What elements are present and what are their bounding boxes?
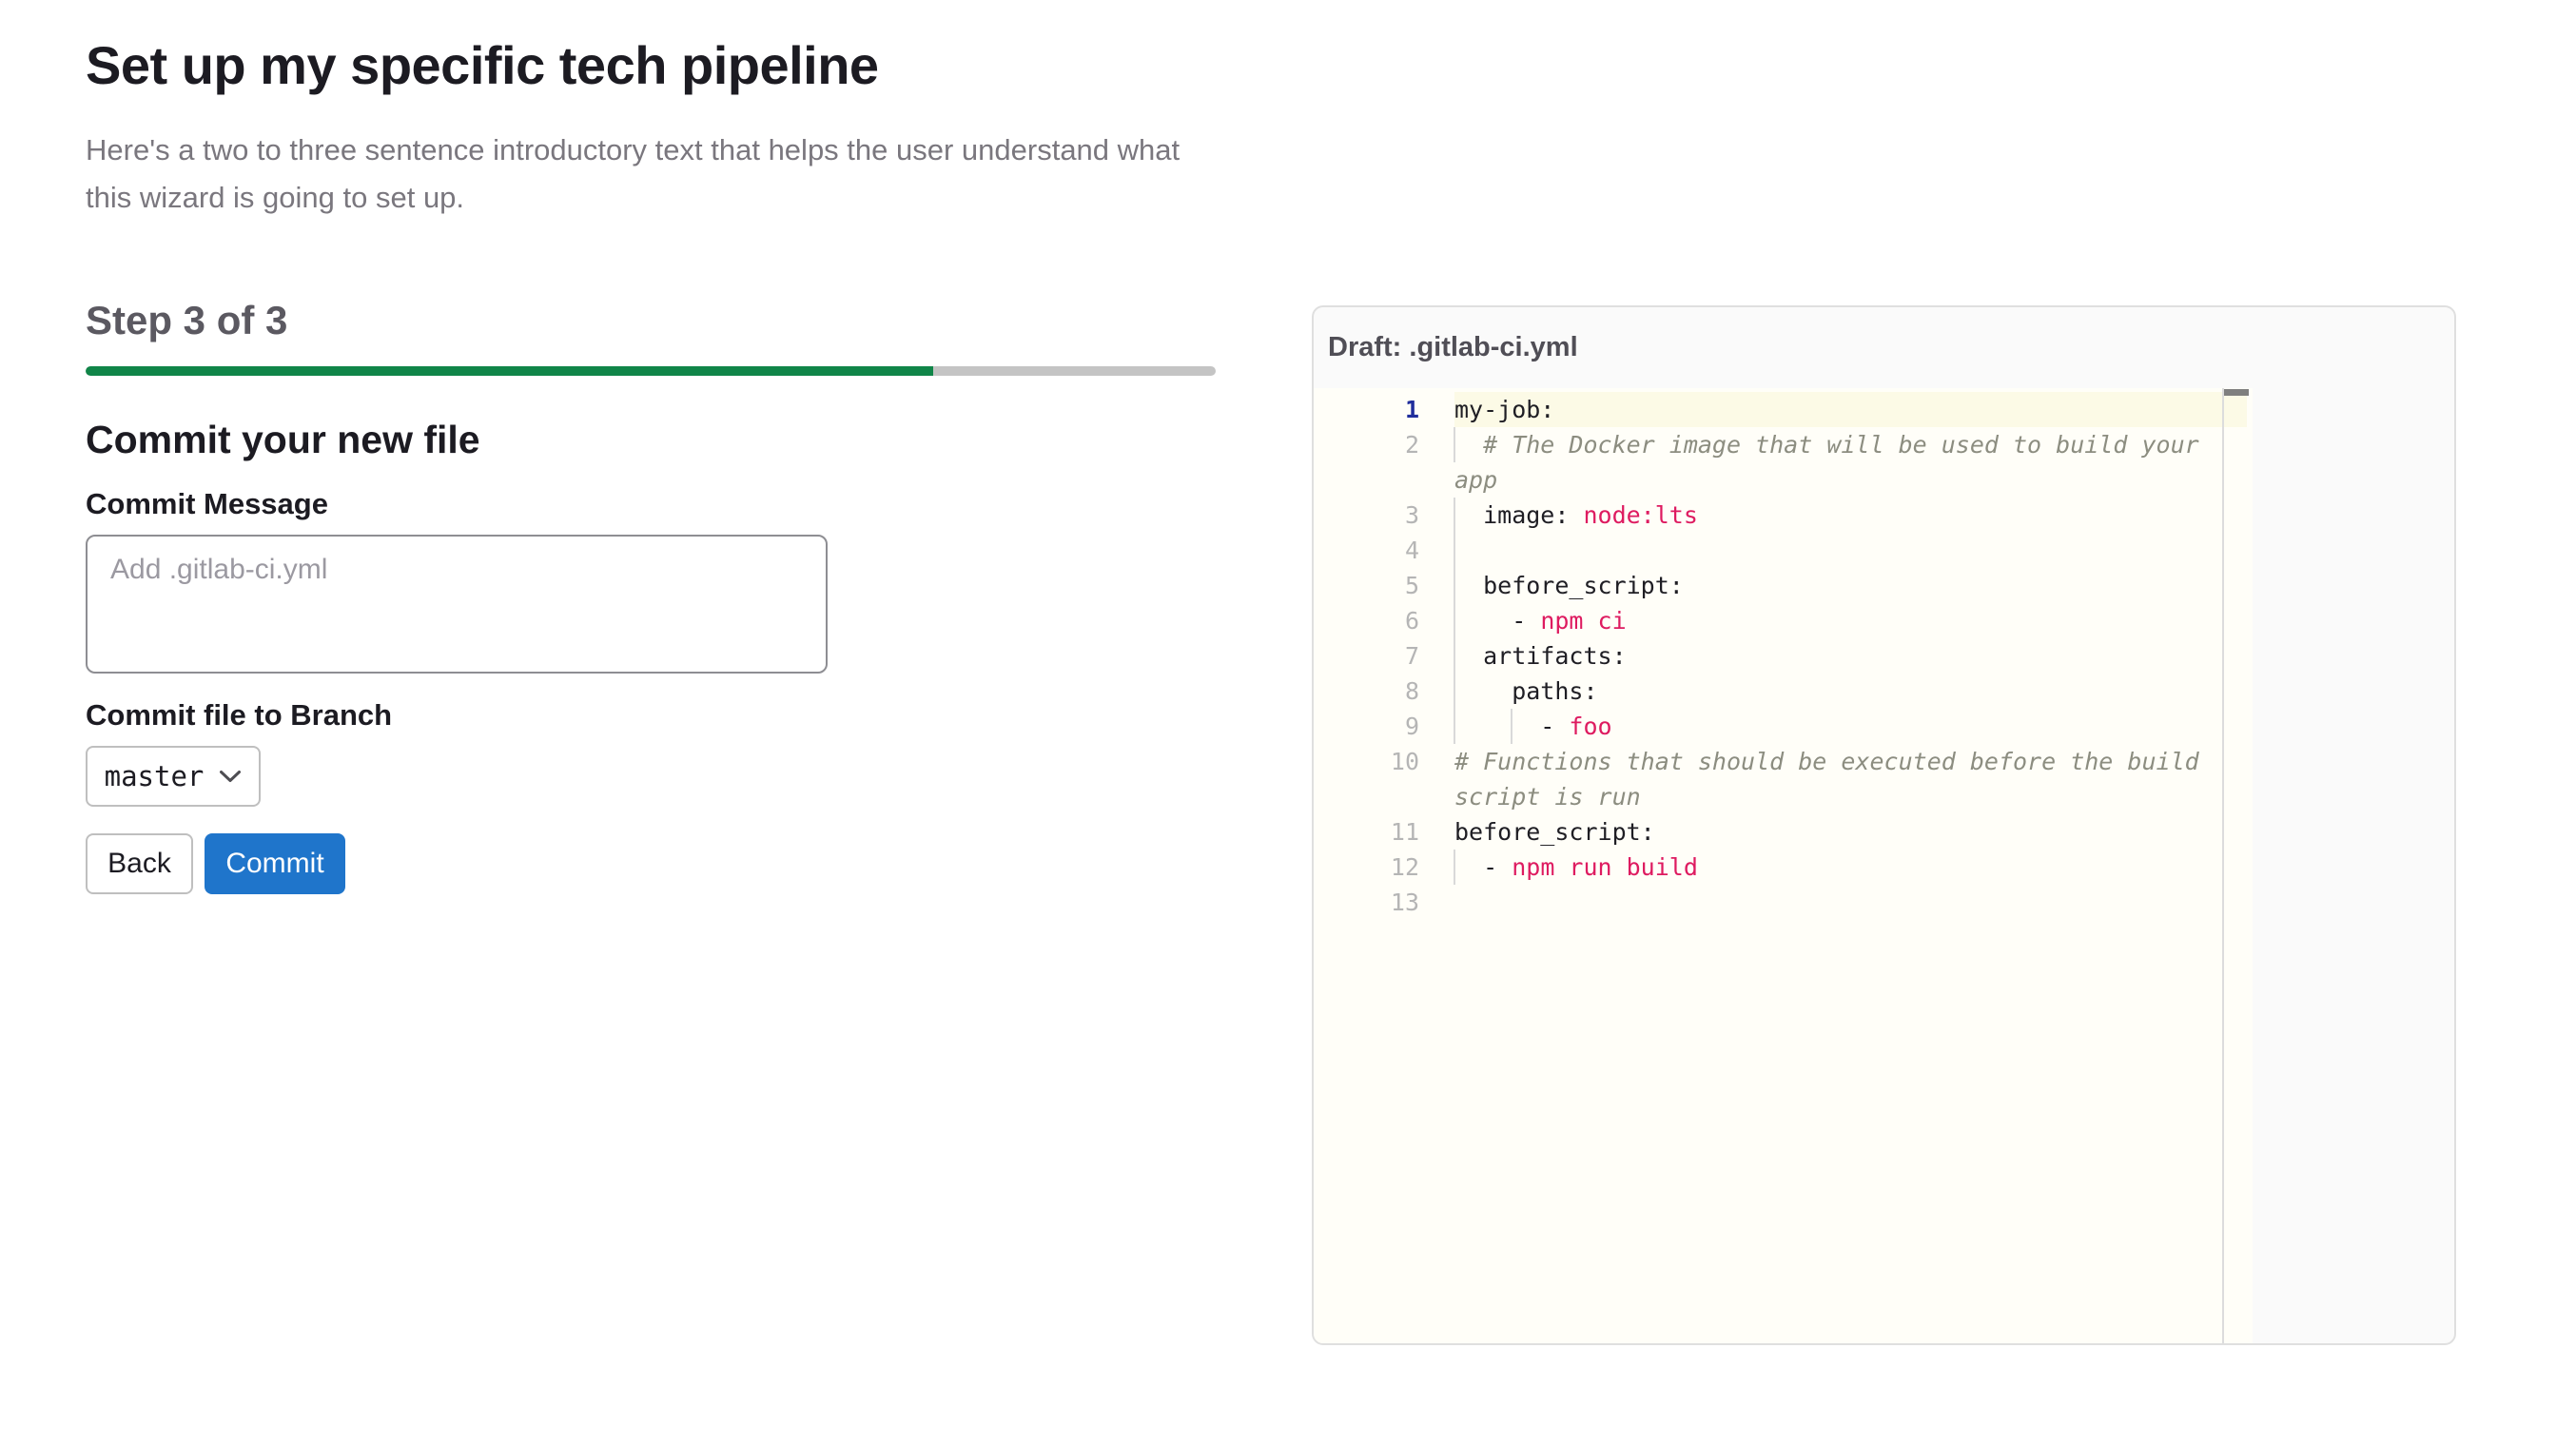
indent-guide [1511,709,1512,744]
code-row[interactable]: 4 [1314,533,2253,568]
code-row[interactable]: 7 artifacts: [1314,638,2253,674]
intro-text: Here's a two to three sentence introduct… [86,127,1303,222]
editor-scroll-divider [2222,388,2224,1343]
code-token: paths: [1454,677,1598,705]
line-number [1314,462,1419,498]
code-line-text [1454,533,2247,568]
code-row[interactable]: script is run [1314,779,2253,814]
code-lines: 1 my-job: 2 # The Docker image that will b… [1314,388,2253,920]
indent-guide [1454,638,1455,674]
progress-bar [86,366,1216,376]
indent-guide [1454,603,1455,638]
code-line-text: paths: [1454,674,2247,709]
code-row[interactable]: 1 my-job: [1314,392,2253,427]
code-line-text: before_script: [1454,814,2247,850]
code-token: # The Docker image that will be used to … [1454,431,2199,459]
code-token: npm ci [1540,607,1627,635]
indent-guide [1454,533,1455,568]
branch-select-value: master [104,760,205,792]
code-row[interactable]: 13 [1314,885,2253,920]
code-editor[interactable]: 1 my-job: 2 # The Docker image that will b… [1314,388,2253,1343]
code-token: app [1454,466,1498,494]
code-line-text: - npm ci [1454,603,2247,638]
code-token: npm run build [1512,853,1698,881]
page: { "page": { "title": "Set up my specific… [0,0,2576,1446]
editor-scrollbar-thumb[interactable] [2224,389,2249,396]
code-line-text: artifacts: [1454,638,2247,674]
line-number: 4 [1404,537,1419,564]
code-token: node:lts [1583,501,1698,529]
code-line-text: # Functions that should be executed befo… [1454,744,2247,779]
code-row[interactable]: 9 - foo [1314,709,2253,744]
line-number: 11 [1390,818,1419,846]
intro-line-1: Here's a two to three sentence introduct… [86,133,1181,166]
code-row[interactable]: 11 before_script: [1314,814,2253,850]
code-line-text: # The Docker image that will be used to … [1454,427,2247,462]
code-line-text: - foo [1454,709,2247,744]
line-number: 6 [1404,607,1419,635]
back-button[interactable]: Back [86,833,193,894]
chevron-down-icon [220,770,242,782]
code-row[interactable]: 10 # Functions that should be executed be… [1314,744,2253,779]
line-number: 9 [1404,713,1419,740]
code-row[interactable]: 2 # The Docker image that will be used t… [1314,427,2253,462]
code-line-text: before_script: [1454,568,2247,603]
line-number: 3 [1404,501,1419,529]
line-number: 13 [1390,889,1419,916]
code-row[interactable]: app [1314,462,2253,498]
indent-guide [1454,674,1455,709]
branch-label: Commit file to Branch [86,698,393,732]
code-row[interactable]: 8 paths: [1314,674,2253,709]
code-line-text: my-job: [1454,392,2247,427]
code-token: image: [1454,501,1584,529]
indent-guide [1454,427,1455,462]
code-row[interactable]: 3 image: node:lts [1314,498,2253,533]
section-heading: Commit your new file [86,418,480,461]
code-line-text: app [1454,462,2247,498]
code-row[interactable]: 5 before_script: [1314,568,2253,603]
line-number: 12 [1390,853,1419,881]
code-token: - [1454,607,1541,635]
commit-button[interactable]: Commit [205,833,345,894]
step-heading: Step 3 of 3 [86,298,288,342]
code-token: - [1454,853,1512,881]
line-number: 7 [1404,642,1419,670]
code-token: before_script: [1454,818,1655,846]
draft-file-title: Draft: .gitlab-ci.yml [1328,332,1578,362]
code-row[interactable]: 12 - npm run build [1314,850,2253,885]
wizard-column: Set up my specific tech pipeline Here's … [86,34,1303,894]
code-token: before_script: [1454,572,1684,599]
line-number: 5 [1404,572,1419,599]
code-line-text: - npm run build [1454,850,2247,885]
line-number: 1 [1404,396,1419,423]
code-line-text: script is run [1454,779,2247,814]
code-token: script is run [1454,783,1641,811]
line-number: 10 [1390,748,1419,775]
code-token: foo [1569,713,1612,740]
commit-message-label: Commit Message [86,487,328,520]
line-number: 2 [1404,431,1419,459]
code-token: my-job: [1454,396,1555,423]
line-number [1314,779,1419,814]
line-number: 8 [1404,677,1419,705]
code-token: artifacts: [1454,642,1627,670]
code-row[interactable]: 6 - npm ci [1314,603,2253,638]
intro-line-2: this wizard is going to set up. [86,181,465,214]
code-token: # Functions that should be executed befo… [1454,748,2199,775]
wizard-actions: Back Commit [86,833,1303,894]
commit-message-input[interactable] [86,535,828,674]
indent-guide [1454,709,1455,744]
indent-guide [1454,568,1455,603]
code-line-text: image: node:lts [1454,498,2247,533]
indent-guide [1454,850,1455,885]
branch-select[interactable]: master [86,746,261,807]
indent-guide [1454,498,1455,533]
progress-fill [86,366,933,376]
page-title: Set up my specific tech pipeline [86,35,879,95]
draft-file-panel: Draft: .gitlab-ci.yml 1 my-job: 2 # The Do… [1312,305,2456,1345]
